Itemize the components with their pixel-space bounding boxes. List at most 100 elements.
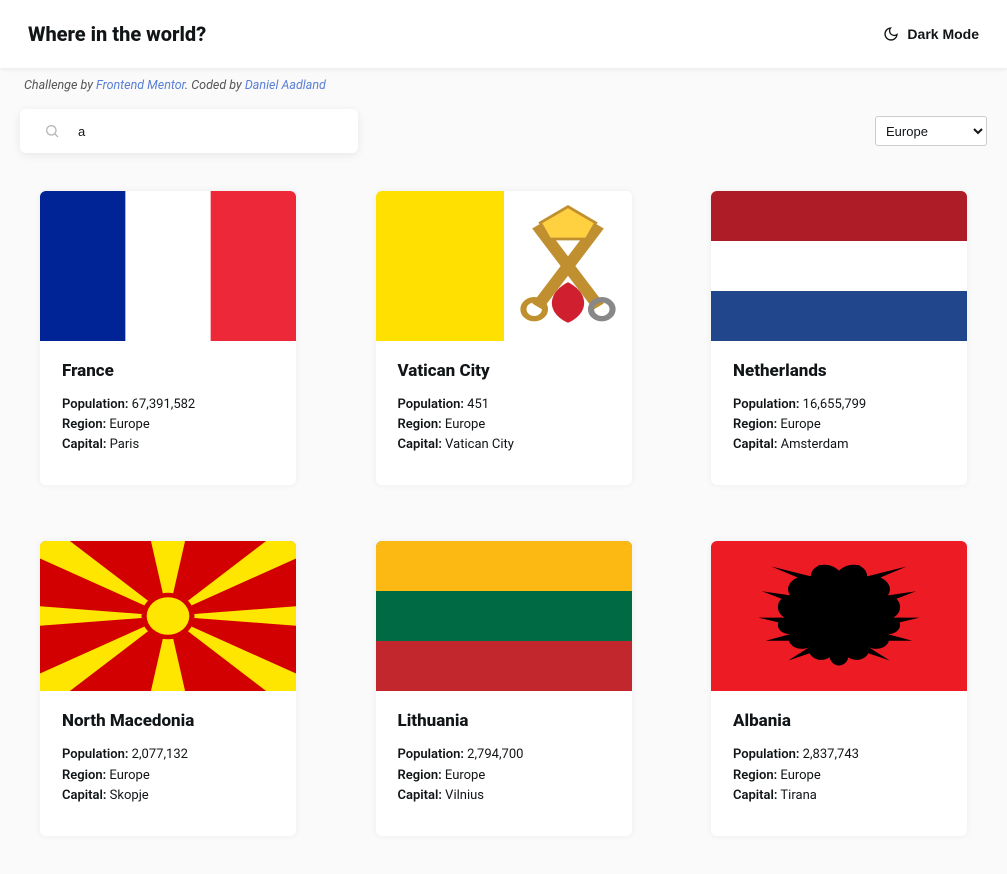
country-name: Vatican City [398, 361, 610, 381]
country-meta: Population: 16,655,799Region: EuropeCapi… [733, 395, 945, 455]
country-name: France [62, 361, 274, 381]
meta-label-capital: Capital: [733, 437, 777, 452]
meta-value-region: Europe [442, 768, 486, 783]
meta-value-capital: Skopje [106, 788, 148, 803]
attribution-prefix: Challenge by [24, 78, 96, 93]
meta-label-region: Region: [62, 417, 106, 432]
meta-label-population: Population: [398, 397, 464, 412]
country-meta: Population: 451Region: EuropeCapital: Va… [398, 395, 610, 455]
search-icon [44, 123, 60, 139]
country-card[interactable]: FrancePopulation: 67,391,582Region: Euro… [40, 191, 296, 485]
meta-value-population: 2,794,700 [464, 747, 523, 762]
meta-row-population: Population: 2,077,132 [62, 745, 274, 765]
dark-mode-label: Dark Mode [907, 26, 979, 42]
meta-row-population: Population: 451 [398, 395, 610, 415]
card-body: AlbaniaPopulation: 2,837,743Region: Euro… [711, 691, 967, 835]
meta-row-capital: Capital: Vilnius [398, 786, 610, 806]
meta-row-capital: Capital: Skopje [62, 786, 274, 806]
meta-label-region: Region: [62, 768, 106, 783]
attribution-link-frontend-mentor[interactable]: Frontend Mentor [96, 78, 185, 93]
meta-label-population: Population: [733, 397, 799, 412]
controls-bar: Europe [0, 103, 1007, 153]
meta-label-capital: Capital: [62, 437, 106, 452]
region-filter-select[interactable]: Europe [875, 116, 987, 146]
country-card[interactable]: Vatican CityPopulation: 451Region: Europ… [376, 191, 632, 485]
card-body: North MacedoniaPopulation: 2,077,132Regi… [40, 691, 296, 835]
meta-row-population: Population: 67,391,582 [62, 395, 274, 415]
country-name: Lithuania [398, 711, 610, 731]
meta-label-capital: Capital: [398, 788, 442, 803]
meta-label-population: Population: [398, 747, 464, 762]
meta-value-region: Europe [777, 417, 821, 432]
meta-label-population: Population: [733, 747, 799, 762]
flag-macedonia [40, 541, 296, 691]
flag-netherlands [711, 191, 967, 341]
meta-value-region: Europe [442, 417, 486, 432]
attribution-mid: . Coded by [185, 78, 245, 93]
card-body: NetherlandsPopulation: 16,655,799Region:… [711, 341, 967, 485]
flag-albania [711, 541, 967, 691]
meta-row-capital: Capital: Vatican City [398, 435, 610, 455]
country-name: North Macedonia [62, 711, 274, 731]
meta-row-region: Region: Europe [62, 766, 274, 786]
meta-value-capital: Paris [106, 437, 139, 452]
meta-label-capital: Capital: [398, 437, 442, 452]
country-meta: Population: 2,837,743Region: EuropeCapit… [733, 745, 945, 805]
meta-label-population: Population: [62, 397, 128, 412]
meta-value-population: 451 [464, 397, 489, 412]
meta-value-region: Europe [106, 417, 150, 432]
flag-france [40, 191, 296, 341]
meta-row-capital: Capital: Amsterdam [733, 435, 945, 455]
card-body: FrancePopulation: 67,391,582Region: Euro… [40, 341, 296, 485]
meta-value-population: 2,837,743 [799, 747, 858, 762]
meta-row-region: Region: Europe [398, 766, 610, 786]
flag-vatican [376, 191, 632, 341]
moon-icon [883, 26, 899, 42]
country-card[interactable]: NetherlandsPopulation: 16,655,799Region:… [711, 191, 967, 485]
page-title: Where in the world? [28, 22, 206, 46]
meta-row-population: Population: 2,837,743 [733, 745, 945, 765]
meta-row-region: Region: Europe [733, 415, 945, 435]
search-wrap [20, 109, 358, 153]
header: Where in the world? Dark Mode [0, 0, 1007, 68]
card-body: Vatican CityPopulation: 451Region: Europ… [376, 341, 632, 485]
meta-value-capital: Tirana [777, 788, 816, 803]
meta-value-population: 2,077,132 [128, 747, 187, 762]
country-meta: Population: 2,794,700Region: EuropeCapit… [398, 745, 610, 805]
country-card[interactable]: LithuaniaPopulation: 2,794,700Region: Eu… [376, 541, 632, 835]
meta-value-capital: Vilnius [442, 788, 484, 803]
meta-row-region: Region: Europe [62, 415, 274, 435]
meta-label-region: Region: [398, 417, 442, 432]
meta-row-capital: Capital: Paris [62, 435, 274, 455]
meta-row-region: Region: Europe [733, 766, 945, 786]
flag-lithuania [376, 541, 632, 691]
country-meta: Population: 2,077,132Region: EuropeCapit… [62, 745, 274, 805]
countries-grid: FrancePopulation: 67,391,582Region: Euro… [0, 153, 1007, 874]
meta-value-capital: Amsterdam [777, 437, 848, 452]
meta-label-population: Population: [62, 747, 128, 762]
meta-row-population: Population: 16,655,799 [733, 395, 945, 415]
meta-value-region: Europe [106, 768, 150, 783]
attribution-link-author[interactable]: Daniel Aadland [245, 78, 326, 93]
meta-label-capital: Capital: [62, 788, 106, 803]
country-name: Netherlands [733, 361, 945, 381]
country-card[interactable]: AlbaniaPopulation: 2,837,743Region: Euro… [711, 541, 967, 835]
meta-row-region: Region: Europe [398, 415, 610, 435]
country-meta: Population: 67,391,582Region: EuropeCapi… [62, 395, 274, 455]
meta-label-region: Region: [398, 768, 442, 783]
meta-value-population: 67,391,582 [128, 397, 195, 412]
meta-row-capital: Capital: Tirana [733, 786, 945, 806]
meta-value-region: Europe [777, 768, 821, 783]
meta-value-capital: Vatican City [442, 437, 514, 452]
country-card[interactable]: North MacedoniaPopulation: 2,077,132Regi… [40, 541, 296, 835]
search-input[interactable] [78, 124, 334, 139]
meta-label-capital: Capital: [733, 788, 777, 803]
card-body: LithuaniaPopulation: 2,794,700Region: Eu… [376, 691, 632, 835]
dark-mode-toggle[interactable]: Dark Mode [883, 26, 979, 42]
attribution: Challenge by Frontend Mentor. Coded by D… [0, 68, 1007, 103]
country-name: Albania [733, 711, 945, 731]
meta-value-population: 16,655,799 [799, 397, 866, 412]
meta-label-region: Region: [733, 417, 777, 432]
meta-row-population: Population: 2,794,700 [398, 745, 610, 765]
meta-label-region: Region: [733, 768, 777, 783]
